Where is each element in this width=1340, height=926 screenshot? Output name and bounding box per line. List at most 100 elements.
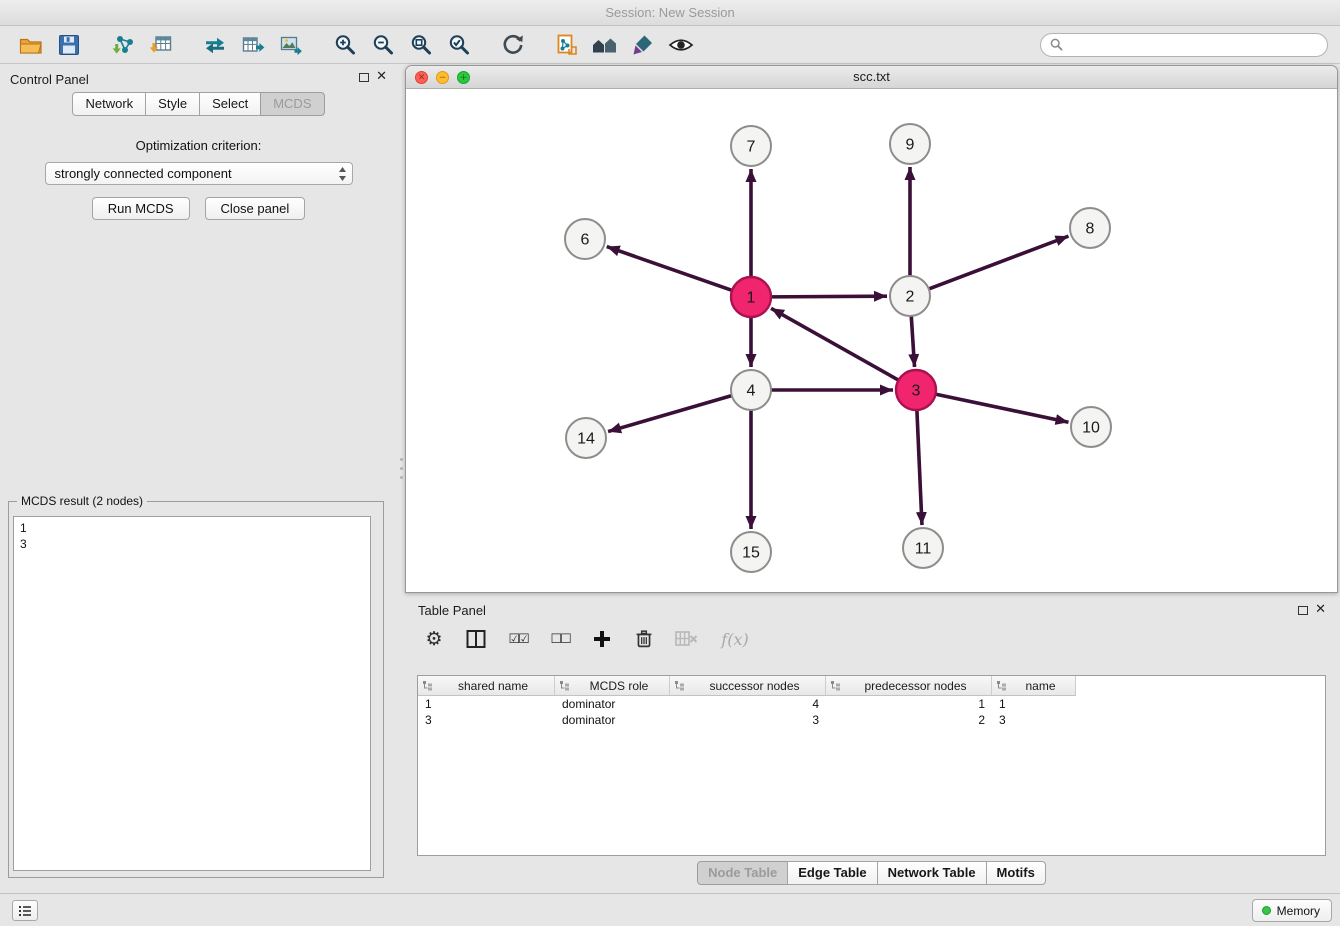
- fx-icon: f(x): [721, 630, 748, 649]
- delete-row-button[interactable]: [631, 626, 657, 652]
- tab-style[interactable]: Style: [145, 92, 200, 116]
- table-panel: Table Panel ✕ ⚙ ☑☑ ☐☐ f(x): [405, 597, 1338, 888]
- graph-node-label: 7: [747, 139, 756, 156]
- table-cell[interactable]: 4: [670, 697, 826, 711]
- import-table-button[interactable]: [142, 28, 180, 62]
- column-header-label: shared name: [436, 679, 550, 693]
- column-header-predecessor-nodes[interactable]: predecessor nodes: [826, 676, 992, 695]
- network-window-titlebar[interactable]: ✕ − + scc.txt: [406, 66, 1337, 89]
- save-session-button[interactable]: [50, 28, 88, 62]
- table-cell[interactable]: 3: [992, 713, 1076, 727]
- column-header-label: predecessor nodes: [844, 679, 987, 693]
- tab-network-table[interactable]: Network Table: [877, 861, 987, 885]
- import-table-icon: [148, 32, 174, 58]
- open-file-button[interactable]: [12, 28, 50, 62]
- table-cell[interactable]: 1: [992, 697, 1076, 711]
- optimization-criterion-select[interactable]: strongly connected component: [45, 162, 353, 185]
- show-panels-button[interactable]: [12, 900, 38, 921]
- tab-edge-table[interactable]: Edge Table: [787, 861, 877, 885]
- search-box[interactable]: [1040, 33, 1328, 57]
- column-header-shared-name[interactable]: shared name: [418, 676, 555, 695]
- run-mcds-button[interactable]: Run MCDS: [92, 197, 190, 220]
- export-table-icon: [240, 32, 266, 58]
- column-header-name[interactable]: name: [992, 676, 1076, 695]
- table-body: 1dominator4113dominator323: [418, 696, 1325, 728]
- minimize-window-button[interactable]: −: [436, 71, 449, 84]
- table-row[interactable]: 3dominator323: [418, 712, 1076, 728]
- export-image-button[interactable]: [272, 28, 310, 62]
- eye-icon: [667, 32, 695, 58]
- zoom-in-button[interactable]: [326, 28, 364, 62]
- table-cell[interactable]: dominator: [555, 713, 670, 727]
- graph-edge-2-8[interactable]: [927, 236, 1069, 290]
- graph-edge-2-3[interactable]: [911, 314, 914, 367]
- show-hide-details-button[interactable]: [662, 28, 700, 62]
- plus-icon: [592, 629, 612, 649]
- memory-button[interactable]: Memory: [1252, 899, 1332, 922]
- vertical-splitter[interactable]: [399, 458, 403, 498]
- refresh-icon: [500, 32, 526, 58]
- close-table-panel-icon[interactable]: ✕: [1315, 603, 1326, 617]
- optimization-criterion-value: strongly connected component: [55, 166, 232, 181]
- network-window-title: scc.txt: [853, 69, 890, 84]
- title-bar: Session: New Session: [0, 0, 1340, 26]
- delete-column-button[interactable]: [673, 626, 699, 652]
- graph-node-label: 8: [1086, 221, 1095, 238]
- maximize-window-button[interactable]: +: [457, 71, 470, 84]
- tab-network[interactable]: Network: [72, 92, 146, 116]
- function-builder-button[interactable]: f(x): [715, 626, 755, 652]
- table-cell[interactable]: dominator: [555, 697, 670, 711]
- zoom-out-button[interactable]: [364, 28, 402, 62]
- float-table-panel-icon[interactable]: [1298, 606, 1308, 615]
- close-window-button[interactable]: ✕: [415, 71, 428, 84]
- network-canvas[interactable]: 7968124314101511: [406, 89, 1337, 592]
- table-header-row: shared name MCDS role successor nodes pr…: [418, 676, 1076, 696]
- select-all-rows-button[interactable]: ☑☑: [505, 626, 531, 652]
- gear-icon: ⚙: [425, 628, 442, 650]
- import-network-button[interactable]: [104, 28, 142, 62]
- control-panel-tabs: Network Style Select MCDS: [0, 92, 397, 116]
- home-button[interactable]: [586, 28, 624, 62]
- export-image-icon: [278, 32, 304, 58]
- save-icon: [56, 32, 82, 58]
- zoom-selected-button[interactable]: [440, 28, 478, 62]
- tab-mcds[interactable]: MCDS: [260, 92, 324, 116]
- table-cell[interactable]: 1: [826, 697, 992, 711]
- graph-node-label: 9: [906, 137, 915, 154]
- table-cell[interactable]: 3: [670, 713, 826, 727]
- table-cell[interactable]: 2: [826, 713, 992, 727]
- export-table-button[interactable]: [234, 28, 272, 62]
- close-panel-button[interactable]: Close panel: [205, 197, 306, 220]
- graph-edge-3-11[interactable]: [917, 408, 922, 525]
- table-cell[interactable]: 3: [418, 713, 555, 727]
- table-cell[interactable]: 1: [418, 697, 555, 711]
- tab-select[interactable]: Select: [199, 92, 261, 116]
- close-panel-icon[interactable]: ✕: [376, 70, 387, 84]
- zoom-fit-button[interactable]: [402, 28, 440, 62]
- table-row[interactable]: 1dominator411: [418, 696, 1076, 712]
- window-controls: ✕ − +: [415, 71, 470, 84]
- float-panel-icon[interactable]: [359, 73, 369, 82]
- deselect-all-icon: ☐☐: [550, 632, 569, 647]
- export-network-button[interactable]: [196, 28, 234, 62]
- add-row-button[interactable]: [589, 626, 615, 652]
- deselect-all-rows-button[interactable]: ☐☐: [547, 626, 573, 652]
- search-input[interactable]: [1068, 37, 1318, 52]
- graph-edge-4-14[interactable]: [608, 395, 734, 432]
- new-network-from-selection-icon: [554, 32, 580, 58]
- mcds-result-list[interactable]: 13: [13, 516, 371, 871]
- style-brush-button[interactable]: [624, 28, 662, 62]
- show-columns-button[interactable]: [463, 626, 489, 652]
- tab-node-table[interactable]: Node Table: [697, 861, 788, 885]
- graph-edge-1-2[interactable]: [769, 296, 887, 297]
- graph-edge-3-1[interactable]: [771, 308, 900, 381]
- graph-edge-3-10[interactable]: [934, 394, 1069, 423]
- table-settings-button[interactable]: ⚙: [421, 626, 447, 652]
- refresh-button[interactable]: [494, 28, 532, 62]
- new-network-from-selection-button[interactable]: [548, 28, 586, 62]
- tab-motifs[interactable]: Motifs: [986, 861, 1046, 885]
- graph-edge-1-6[interactable]: [607, 247, 734, 291]
- column-header-mcds-role[interactable]: MCDS role: [555, 676, 670, 695]
- search-icon: [1050, 38, 1063, 51]
- column-header-successor-nodes[interactable]: successor nodes: [670, 676, 826, 695]
